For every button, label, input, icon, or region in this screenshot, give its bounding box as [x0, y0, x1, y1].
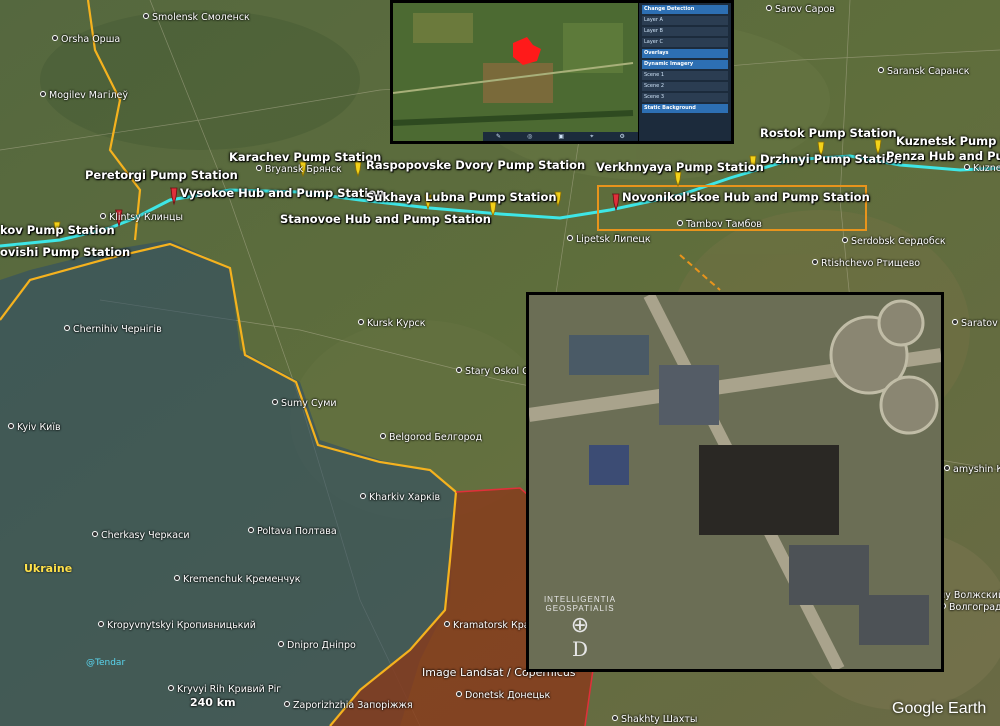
panel-row: Static Background: [642, 104, 728, 113]
toolbar-icon[interactable]: ⚙: [620, 133, 625, 140]
city-label: Orsha Орша: [52, 34, 120, 45]
watermark-line1: INTELLIGENTIA: [543, 595, 617, 604]
city-label: Stary Oskol Ст: [456, 366, 534, 377]
city-label: amyshin Кам: [944, 464, 1000, 475]
city-label: Lipetsk Липецк: [567, 234, 651, 245]
toolbar-icon[interactable]: ▣: [558, 133, 564, 140]
watermark-letter: D: [571, 637, 589, 661]
city-label: Chernihiv Чернігів: [64, 324, 162, 335]
city-label: Mogilev Магілеў: [40, 90, 128, 101]
toolbar-icon[interactable]: ✎: [496, 133, 501, 140]
panel-row: Dynamic Imagery: [642, 60, 728, 69]
station-label: Karachev Pump Station: [229, 150, 382, 164]
panel-row: Layer B: [642, 27, 728, 36]
city-label: Kursk Курск: [358, 318, 426, 329]
intelligentia-watermark: INTELLIGENTIA GEOSPATIALIS ⊕ D: [537, 595, 623, 661]
author-handle: @Tendar: [86, 658, 126, 668]
globe-wings-icon: ⊕: [570, 612, 590, 637]
city-label: Kremenchuk Кременчук: [174, 574, 301, 585]
city-label: Belgorod Белгород: [380, 432, 482, 443]
panel-row: Scene 1: [642, 71, 728, 80]
panel-row: Scene 3: [642, 93, 728, 102]
toolbar-icon[interactable]: ⌖: [590, 133, 593, 141]
station-label: Sukhaya Lubna Pump Station: [366, 190, 557, 204]
city-label: Kropyvnytskyi Кропивницький: [98, 620, 256, 631]
city-label: Smolensk Смоленск: [143, 12, 250, 23]
station-label: Rostok Pump Station: [760, 126, 897, 140]
station-label: Kuznetsk Pump S: [896, 134, 1000, 148]
city-label: Kryvyi Rih Кривий Ріг: [168, 684, 281, 695]
city-label: Sarov Саров: [766, 4, 835, 15]
city-label: Serdobsk Сердобск: [842, 236, 946, 247]
station-label: Novonikol'skoe Hub and Pump Station: [622, 190, 870, 204]
google-earth-logo: Google Earth: [892, 700, 987, 717]
city-label: Dnipro Дніпро: [278, 640, 356, 651]
city-label: Klintsy Клинцы: [100, 212, 183, 223]
inset-app-screenshot: Change Detection Layer A Layer B Layer C…: [390, 0, 734, 144]
station-label: Drzhnyi Pump Station: [760, 152, 902, 166]
city-label: Kyiv Київ: [8, 422, 61, 433]
station-label: ovishi Pump Station: [0, 245, 131, 259]
toolbar-icon[interactable]: ◎: [527, 133, 532, 140]
city-label: Волгоград: [940, 602, 1000, 613]
station-label: kov Pump Station: [0, 223, 115, 237]
inset-toolbar[interactable]: ✎ ◎ ▣ ⌖ ⚙: [483, 132, 638, 141]
panel-row: Layer A: [642, 16, 728, 25]
city-label: Saransk Саранск: [878, 66, 970, 77]
city-label: Tambov Тамбов: [677, 219, 762, 230]
scale-label: 240 km: [190, 696, 236, 709]
station-label: Penza Hub and Pum: [886, 149, 1000, 163]
station-label: Peretorgi Pump Station: [85, 168, 238, 182]
station-label: Raspopovske Dvory Pump Station: [366, 158, 586, 172]
city-label: Bryansk Брянск: [256, 164, 342, 175]
city-label: Poltava Полтава: [248, 526, 337, 537]
city-label: Cherkasy Черкаси: [92, 530, 190, 541]
inset-satellite-closeup: INTELLIGENTIA GEOSPATIALIS ⊕ D: [526, 292, 944, 672]
station-label: Verkhnyaya Pump Station: [596, 160, 764, 174]
city-label: Sumy Суми: [272, 398, 337, 409]
panel-row: Scene 2: [642, 82, 728, 91]
city-label: Kharkiv Харків: [360, 492, 440, 503]
panel-row: Change Detection: [642, 5, 728, 14]
city-label: Saratov Сар: [952, 318, 1000, 329]
panel-row: Layer C: [642, 38, 728, 47]
city-label: Donetsk Донецьк: [456, 690, 550, 701]
panel-row: Overlays: [642, 49, 728, 58]
station-label: Stanovoe Hub and Pump Station: [280, 212, 491, 226]
layers-panel[interactable]: Change Detection Layer A Layer B Layer C…: [638, 3, 731, 141]
city-label: Shakhty Шахты: [612, 714, 697, 725]
station-label: Vysokoe Hub and Pump Station: [180, 186, 385, 200]
city-label: Kuznets: [964, 163, 1000, 174]
city-label: Zaporizhzhia Запоріжжя: [284, 700, 413, 711]
city-label: Rtishchevo Ртищево: [812, 258, 920, 269]
country-label: Ukraine: [24, 562, 73, 575]
